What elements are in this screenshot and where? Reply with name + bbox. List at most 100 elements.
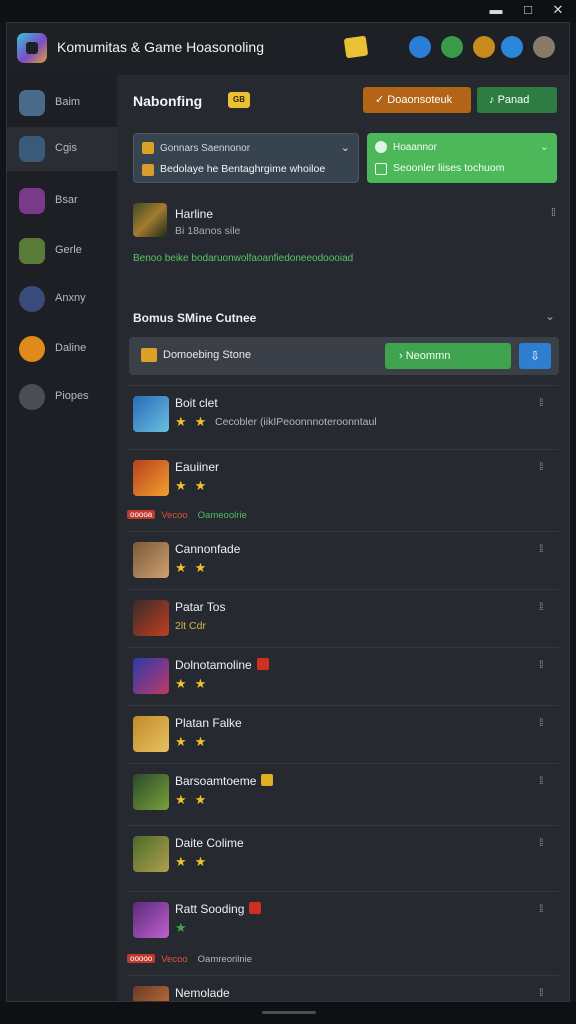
game-name-text: Platan Falke bbox=[175, 716, 242, 730]
user-avatar[interactable] bbox=[533, 36, 555, 58]
game-row[interactable]: Platan Falke ★★ ⁞⁞ bbox=[127, 705, 559, 763]
compass-icon[interactable] bbox=[501, 36, 523, 58]
more-options-icon[interactable]: ⁞⁞ bbox=[539, 398, 543, 409]
flag-icon bbox=[256, 658, 269, 670]
game-row[interactable]: Nemolade★★⁞⁞ bbox=[127, 975, 559, 1001]
sidebar-item-baim[interactable]: Baim bbox=[7, 81, 117, 125]
more-options-icon[interactable]: ⁞⁞ bbox=[539, 988, 543, 999]
featured-description: Benoo beike bodaruonwolfaoanfiedoneeodoo… bbox=[133, 253, 354, 264]
section-title: Bomus SMine Cutnee bbox=[133, 311, 257, 325]
sidebar-item-anxny[interactable]: Anxny bbox=[7, 277, 117, 321]
secondary-action-label: Panad bbox=[497, 94, 530, 106]
game-row[interactable]: Barsoamtoeme ★★ ⁞⁞ bbox=[127, 763, 559, 825]
star-rating: ★★ bbox=[175, 854, 215, 869]
game-tags: ooooa Vecoo Oameoolrie bbox=[127, 510, 247, 521]
more-options-icon[interactable]: ⁞⁞ bbox=[539, 462, 543, 473]
select-value: Seoonler liises tochuom bbox=[393, 162, 505, 174]
flag-icon bbox=[249, 902, 262, 914]
game-row[interactable]: Ratt Sooding ★ ooooo Vecoo Oamreorilnie ⁞⁞ bbox=[127, 891, 559, 975]
sidebar-item-daline[interactable]: Daline bbox=[7, 327, 117, 371]
game-name: Boit clet bbox=[175, 396, 218, 410]
game-name-text: Cannonfade bbox=[175, 542, 241, 556]
more-options-icon[interactable]: ⁞⁞ bbox=[551, 207, 556, 219]
warrior-icon bbox=[19, 136, 45, 162]
game-name: Daite Colime bbox=[175, 836, 244, 850]
game-tags: ooooo Vecoo Oamreorilnie bbox=[127, 954, 252, 965]
more-options-icon[interactable]: ⁞⁞ bbox=[539, 602, 543, 613]
filter-apply-button[interactable]: › Neommn bbox=[385, 343, 511, 369]
more-options-icon[interactable]: ⁞⁞ bbox=[539, 776, 543, 787]
game-name: Nemolade bbox=[175, 986, 230, 1000]
tag-gray-label: Oamreorilnie bbox=[197, 954, 253, 965]
star-rating: ★★ bbox=[175, 414, 215, 429]
shield-icon bbox=[19, 90, 45, 116]
flame-icon bbox=[19, 336, 45, 362]
star-rating: ★ bbox=[175, 920, 195, 935]
page-title: Nabonfing bbox=[133, 93, 203, 109]
more-options-icon[interactable]: ⁞⁞ bbox=[539, 904, 543, 915]
music-icon: ♪ bbox=[489, 94, 495, 106]
game-name: Cannonfade bbox=[175, 542, 240, 556]
folder-icon bbox=[142, 142, 154, 154]
tag-icon bbox=[142, 164, 154, 176]
app-header: Komumitas & Game Hoasonoling bbox=[7, 23, 569, 75]
more-options-icon[interactable]: ⁞⁞ bbox=[539, 544, 543, 555]
game-row[interactable]: Boit clet ★★ Cecobler (iikIPeoonnnoteroonn… bbox=[127, 385, 559, 449]
featured-game[interactable]: Harline Bi 18anos sile Benoo beike bodar… bbox=[133, 203, 557, 273]
game-thumbnail bbox=[133, 986, 169, 1001]
flag-icon bbox=[261, 774, 274, 786]
maximize-icon[interactable]: □ bbox=[518, 2, 538, 17]
app-window: Komumitas & Game Hoasonoling Baim Cgis Bsa… bbox=[6, 22, 570, 1002]
game-thumbnail bbox=[133, 716, 169, 752]
game-thumbnail bbox=[133, 658, 169, 694]
sidebar-item-label: Daline bbox=[55, 342, 87, 354]
minimize-icon[interactable]: ▬ bbox=[486, 2, 506, 17]
home-indicator[interactable] bbox=[262, 1011, 316, 1014]
sidebar-item-piopes[interactable]: Piopes bbox=[7, 375, 117, 419]
more-options-icon[interactable]: ⁞⁞ bbox=[539, 660, 543, 671]
tag-red-label: Vecoo bbox=[161, 510, 188, 521]
game-subtitle: Cecobler (iikIPeoonnnoteroonntaul bbox=[215, 416, 377, 428]
download-button[interactable]: ⇩ bbox=[519, 343, 551, 369]
secondary-action-button[interactable]: ♪ Panad bbox=[477, 87, 557, 113]
rose-icon[interactable] bbox=[441, 36, 463, 58]
game-row[interactable]: Daite Colime ★★ ⁞⁞ bbox=[127, 825, 559, 891]
window-icon bbox=[375, 163, 387, 175]
sidebar-item-bsar[interactable]: Bsar bbox=[7, 179, 117, 223]
category-select[interactable]: Gonnars Saennonor Bedolaye he Bentaghrgi… bbox=[133, 133, 359, 183]
spark-icon bbox=[19, 286, 45, 312]
game-name: Patar Tos bbox=[175, 600, 225, 614]
chevron-down-icon: ⌄ bbox=[340, 142, 350, 154]
more-options-icon[interactable]: ⁞⁞ bbox=[539, 838, 543, 849]
select-label: Gonnars Saennonor bbox=[160, 143, 251, 154]
game-thumbnail bbox=[133, 396, 169, 432]
game-row[interactable]: Cannonfade ★★ ⁞⁞ bbox=[127, 531, 559, 589]
game-name-text: Dolnotamoline bbox=[175, 658, 252, 672]
game-subtitle: 2lt Cdr bbox=[175, 620, 206, 632]
sidebar-item-cgis[interactable]: Cgis bbox=[7, 127, 117, 171]
globe-icon[interactable] bbox=[409, 36, 431, 58]
game-row[interactable]: Dolnotamoline ★★ ⁞⁞ bbox=[127, 647, 559, 705]
sidebar-item-gerle[interactable]: Gerle bbox=[7, 229, 117, 273]
ticket-icon[interactable] bbox=[343, 35, 369, 59]
filter-bar: Domoebing Stone › Neommn ⇩ bbox=[129, 337, 559, 375]
game-name-text: Patar Tos bbox=[175, 600, 226, 614]
primary-action-button[interactable]: ✓ Doaonsoteuk bbox=[363, 87, 471, 113]
filter-label: Domoebing Stone bbox=[163, 349, 252, 361]
game-name: Eauiiner bbox=[175, 460, 219, 474]
app-title: Komumitas & Game Hoasonoling bbox=[57, 39, 264, 55]
game-name: Dolnotamoline bbox=[175, 658, 269, 672]
game-thumbnail bbox=[133, 203, 167, 237]
sidebar-item-label: Cgis bbox=[55, 142, 78, 154]
chevron-down-icon[interactable]: ⌄ bbox=[545, 309, 555, 323]
chevron-right-icon: › bbox=[399, 350, 403, 362]
game-row[interactable]: Patar Tos 2lt Cdr ⁞⁞ bbox=[127, 589, 559, 647]
more-options-icon[interactable]: ⁞⁞ bbox=[539, 718, 543, 729]
title-bar: ▬ □ ✕ bbox=[0, 0, 576, 22]
lion-icon[interactable] bbox=[473, 36, 495, 58]
close-icon[interactable]: ✕ bbox=[548, 2, 568, 18]
status-select[interactable]: Hoaannor Seoonler liises tochuom ⌄ bbox=[367, 133, 557, 183]
game-row[interactable]: Eauiiner ★★ ooooa Vecoo Oameoolrie ⁞⁞ bbox=[127, 449, 559, 531]
app-logo-icon[interactable] bbox=[17, 33, 47, 63]
dot-icon bbox=[375, 141, 387, 153]
